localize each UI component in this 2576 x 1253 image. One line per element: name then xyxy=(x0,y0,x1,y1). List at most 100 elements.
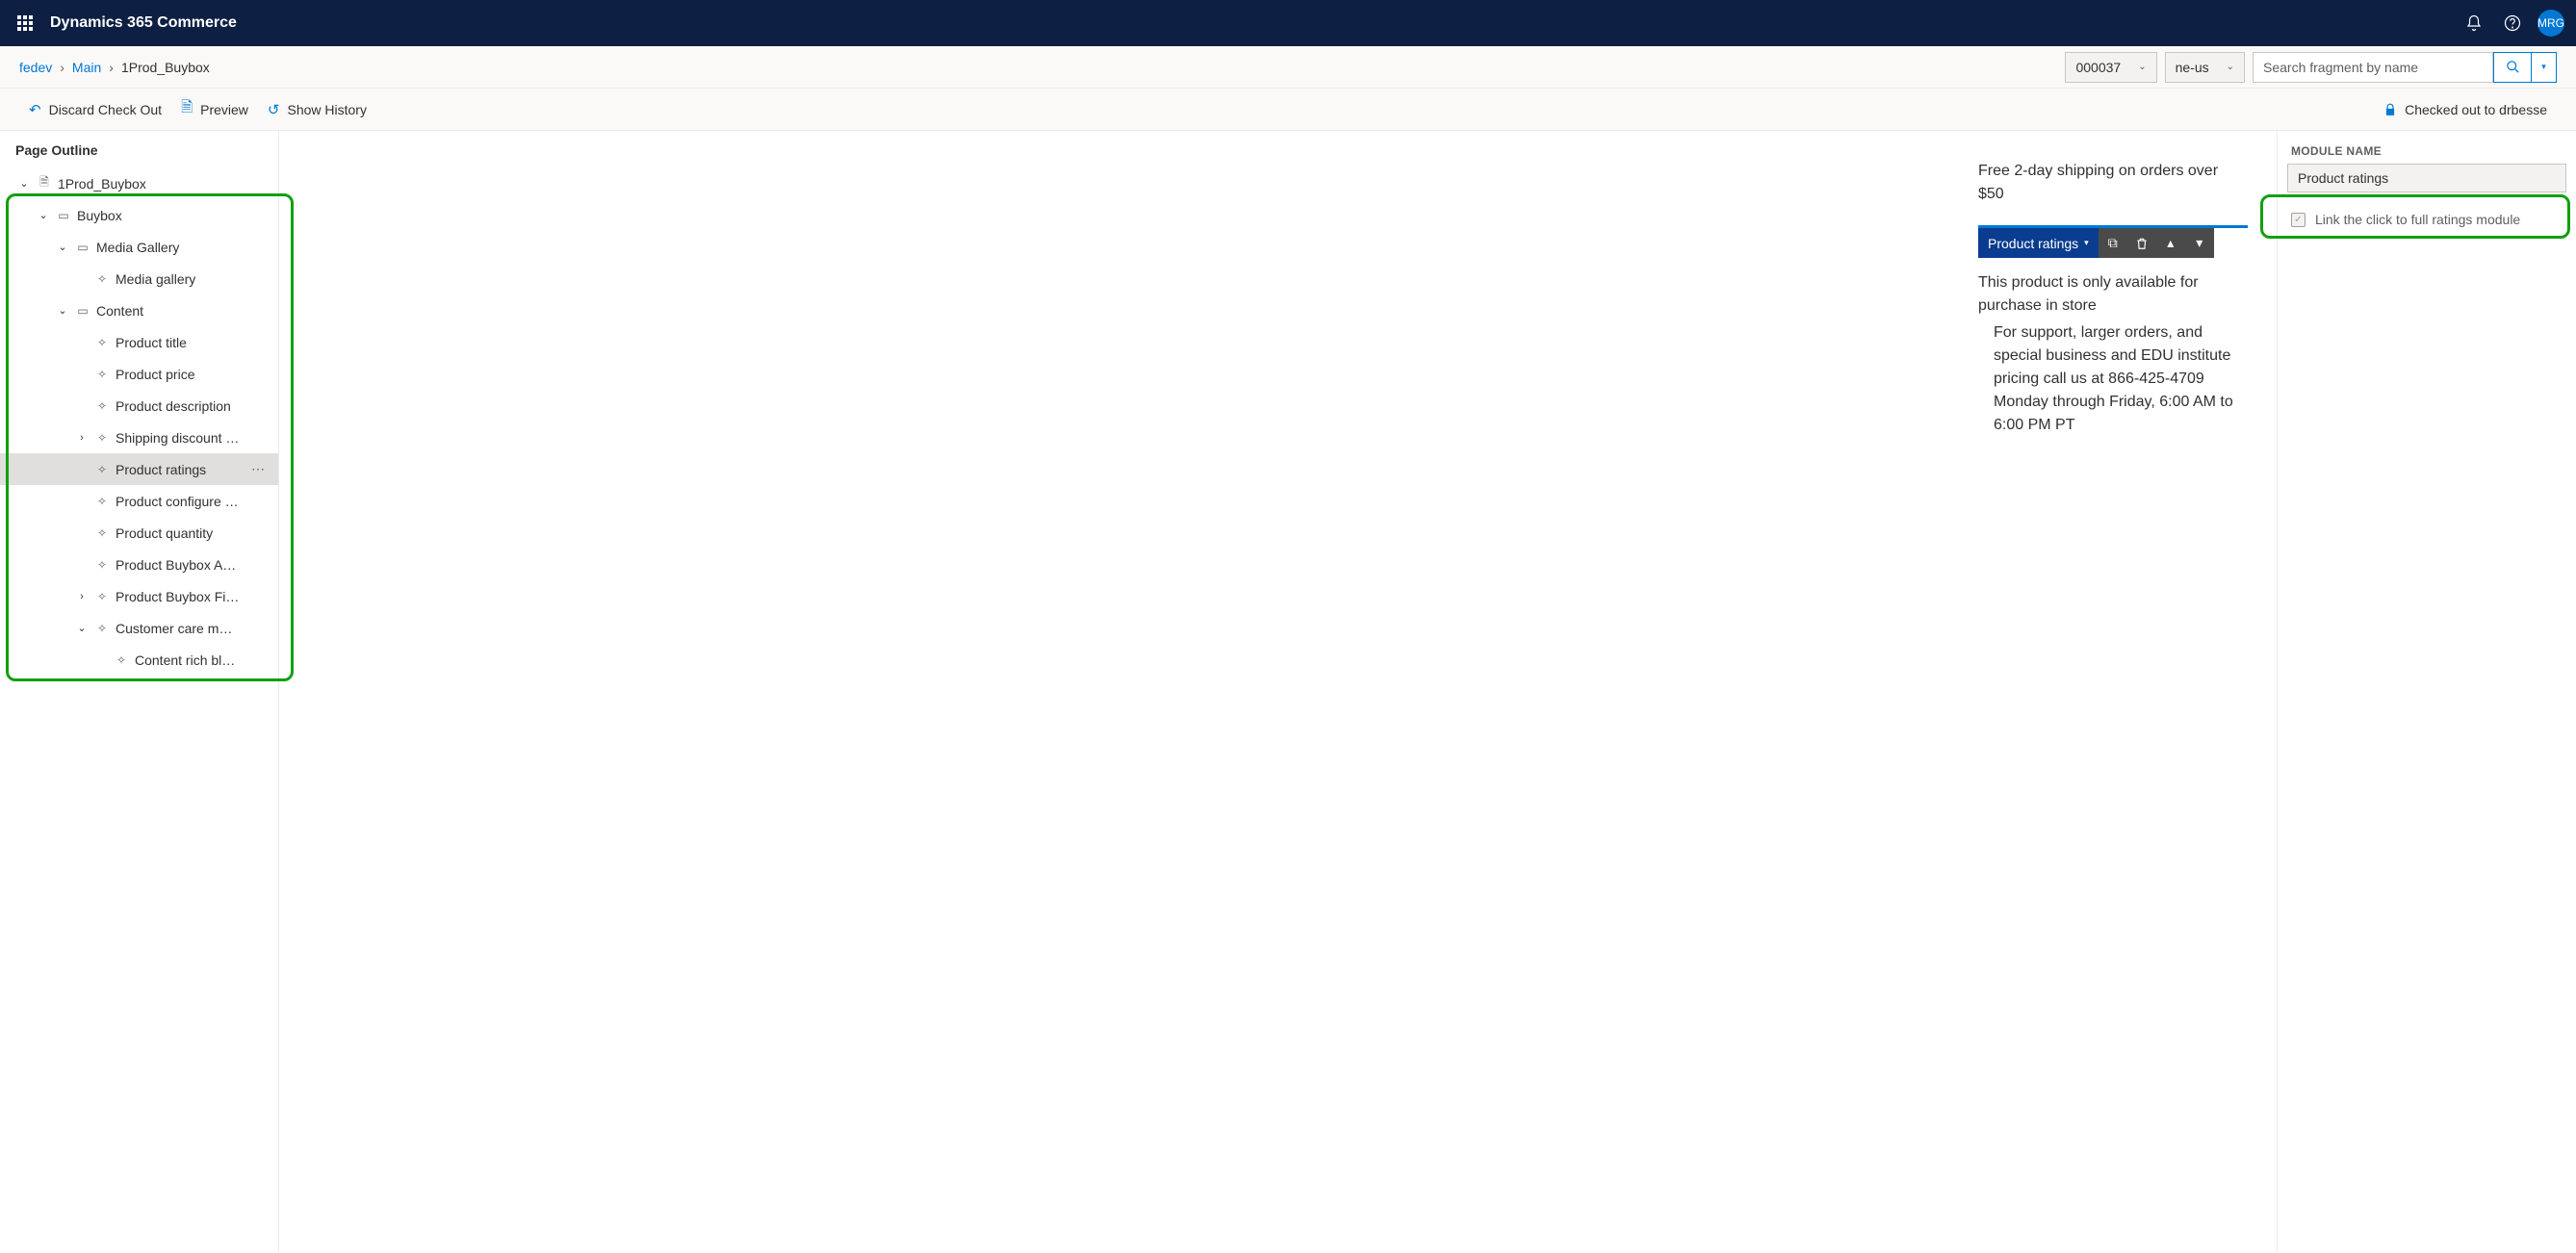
tree-item[interactable]: ›✧Product ratings⋯ xyxy=(0,453,278,485)
tree-item-label: Product quantity xyxy=(116,525,240,541)
discard-button[interactable]: ↶ Discard Check Out xyxy=(19,89,171,130)
breadcrumb-channel[interactable]: Main xyxy=(72,60,101,75)
tree-item[interactable]: ›✧Product description⋯ xyxy=(0,390,278,422)
move-down-icon[interactable]: ▾ xyxy=(2185,228,2214,258)
chevron-down-icon[interactable]: ⌄ xyxy=(56,241,69,253)
module-name-label: MODULE NAME xyxy=(2278,141,2576,164)
tree-item-label: Buybox xyxy=(77,208,240,223)
tree-item[interactable]: ›✧Media gallery⋯ xyxy=(0,263,278,294)
checkbox[interactable]: ✓ xyxy=(2291,213,2306,227)
more-icon[interactable]: ⋯ xyxy=(245,461,270,477)
chevron-right-icon[interactable]: › xyxy=(75,432,89,444)
chevron-down-icon[interactable]: ⌄ xyxy=(56,304,69,317)
main-area: Page Outline ⌄🗎1Prod_Buybox⋯⌄▭Buybox⋯⌄▭M… xyxy=(0,131,2576,1253)
tree-item[interactable]: ›✧Product Buybox Find In Store⋯ xyxy=(0,580,278,612)
tree-item[interactable]: ›✧Product Buybox Add To Cart⋯ xyxy=(0,549,278,580)
tree-item-label: Product price xyxy=(116,367,240,382)
module-icon: ✧ xyxy=(94,399,110,413)
tree-item[interactable]: ›✧Product quantity⋯ xyxy=(0,517,278,549)
chevron-right-icon[interactable]: › xyxy=(75,591,89,602)
lock-icon xyxy=(2383,103,2397,116)
tree-item-label: Product ratings xyxy=(116,462,240,477)
locale-value: ne-us xyxy=(2176,60,2209,75)
module-icon: ✧ xyxy=(94,590,110,603)
tree-item[interactable]: ⌄✧Customer care message⋯ xyxy=(0,612,278,644)
outline-tree: ⌄🗎1Prod_Buybox⋯⌄▭Buybox⋯⌄▭Media Gallery⋯… xyxy=(0,167,278,1253)
chevron-down-icon[interactable]: ⌄ xyxy=(37,209,50,221)
module-name-input[interactable] xyxy=(2287,164,2566,192)
command-bar: ↶ Discard Check Out 🗎 Preview ↺ Show His… xyxy=(0,89,2576,131)
search-input[interactable] xyxy=(2253,52,2493,83)
module-badge[interactable]: Product ratings ▾ xyxy=(1978,228,2099,258)
brand-title: Dynamics 365 Commerce xyxy=(50,14,237,32)
tree-item-label: 1Prod_Buybox xyxy=(58,176,240,192)
breadcrumb-site[interactable]: fedev xyxy=(19,60,52,75)
support-message: For support, larger orders, and special … xyxy=(1978,321,2248,437)
tree-item[interactable]: ›✧Content rich block item 1⋯ xyxy=(0,644,278,676)
tree-item[interactable]: ⌄▭Buybox⋯ xyxy=(0,199,278,231)
module-icon: ✧ xyxy=(94,526,110,540)
module-icon: ✧ xyxy=(94,622,110,635)
module-icon: ✧ xyxy=(94,368,110,381)
link-checkbox-row[interactable]: ✓ Link the click to full ratings module xyxy=(2278,204,2576,235)
module-icon: ✧ xyxy=(94,558,110,572)
move-up-icon[interactable]: ▴ xyxy=(2156,228,2185,258)
notifications-icon[interactable] xyxy=(2455,4,2493,42)
channel-select[interactable]: 000037 ⌄ xyxy=(2065,52,2156,83)
search-dropdown[interactable]: ▾ xyxy=(2532,52,2557,83)
undo-icon: ↶ xyxy=(29,101,41,118)
preview-label: Preview xyxy=(200,102,248,117)
module-icon: ✧ xyxy=(114,653,129,667)
slot-icon: ▭ xyxy=(75,304,90,318)
tree-item-label: Product configure module xyxy=(116,494,240,509)
tree-item-label: Media Gallery xyxy=(96,240,240,255)
tree-item-label: Product Buybox Add To Cart xyxy=(116,557,240,573)
channel-value: 000037 xyxy=(2075,60,2121,75)
tree-item-label: Product title xyxy=(116,335,240,350)
checkout-status-text: Checked out to drbesse xyxy=(2405,102,2547,117)
help-icon[interactable] xyxy=(2493,4,2532,42)
history-icon: ↺ xyxy=(268,101,280,118)
page-icon: 🗎 xyxy=(37,173,52,193)
properties-panel: MODULE NAME ✓ Link the click to full rat… xyxy=(2278,131,2576,1253)
search-button[interactable] xyxy=(2493,52,2532,83)
user-avatar[interactable]: MRG xyxy=(2537,10,2564,37)
chevron-right-icon: › xyxy=(60,60,64,75)
module-icon: ✧ xyxy=(94,495,110,508)
tree-item-label: Customer care message xyxy=(116,621,240,636)
locale-select[interactable]: ne-us ⌄ xyxy=(2165,52,2245,83)
app-launcher-icon[interactable] xyxy=(12,10,39,37)
tree-item-label: Content rich block item 1 xyxy=(135,652,240,668)
tree-item[interactable]: ⌄▭Media Gallery⋯ xyxy=(0,231,278,263)
copy-icon[interactable]: ⧉ xyxy=(2099,228,2127,258)
module-icon: ✧ xyxy=(94,431,110,445)
document-icon: 🗎 xyxy=(181,97,193,121)
tree-item[interactable]: ›✧Product price⋯ xyxy=(0,358,278,390)
store-only-message: This product is only available for purch… xyxy=(1978,271,2248,318)
tree-item[interactable]: ›✧Product configure module⋯ xyxy=(0,485,278,517)
chevron-down-icon[interactable]: ⌄ xyxy=(17,177,31,190)
checkbox-label: Link the click to full ratings module xyxy=(2315,212,2520,227)
tree-item-label: Content xyxy=(96,303,240,319)
tree-item[interactable]: ›✧Product title⋯ xyxy=(0,326,278,358)
breadcrumb-bar: fedev › Main › 1Prod_Buybox 000037 ⌄ ne-… xyxy=(0,46,2576,89)
delete-icon[interactable] xyxy=(2127,228,2156,258)
breadcrumb-page: 1Prod_Buybox xyxy=(121,60,210,75)
shipping-message: Free 2-day shipping on orders over $50 xyxy=(1978,160,2248,206)
tree-item-label: Shipping discount message xyxy=(116,430,240,446)
slot-icon: ▭ xyxy=(75,241,90,254)
module-badge-label: Product ratings xyxy=(1988,236,2078,251)
preview-button[interactable]: 🗎 Preview xyxy=(171,89,258,130)
slot-icon: ▭ xyxy=(56,209,71,222)
page-outline-panel: Page Outline ⌄🗎1Prod_Buybox⋯⌄▭Buybox⋯⌄▭M… xyxy=(0,131,279,1253)
tree-item-label: Media gallery xyxy=(116,271,240,287)
outline-title: Page Outline xyxy=(0,131,278,167)
chevron-down-icon[interactable]: ⌄ xyxy=(75,622,89,634)
tree-item-label: Product Buybox Find In Store xyxy=(116,589,240,604)
history-button[interactable]: ↺ Show History xyxy=(258,89,376,130)
tree-item[interactable]: ⌄▭Content⋯ xyxy=(0,294,278,326)
tree-item[interactable]: ›✧Shipping discount message⋯ xyxy=(0,422,278,453)
tree-item[interactable]: ⌄🗎1Prod_Buybox⋯ xyxy=(0,167,278,199)
caret-down-icon: ▾ xyxy=(2084,238,2089,248)
history-label: Show History xyxy=(288,102,367,117)
